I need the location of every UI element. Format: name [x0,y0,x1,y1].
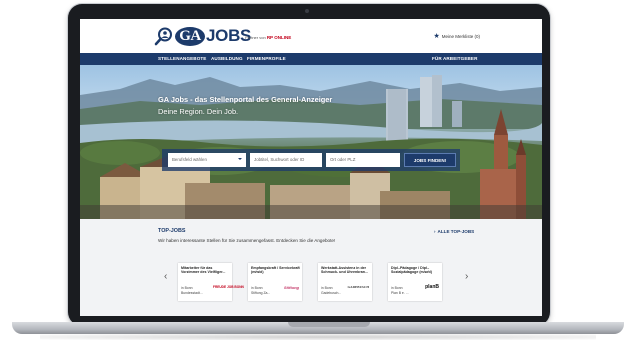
job-card-title: Dipl.-Pädagoge / Dipl.-Sozialpädagoge (m… [391,266,432,275]
nav-item-arbeitgeber[interactable]: FÜR ARBEITGEBER [432,56,477,61]
site-logo[interactable]: GA JOBS [154,25,251,47]
employer-logo: GADEBUSCH [347,285,369,289]
carousel-prev-arrow[interactable]: ‹ [164,272,167,282]
category-select[interactable]: Berufsfeld wählen [168,153,246,167]
site-header: GA JOBS Partner von RP ONLINE ★ Meine Me… [80,19,542,53]
employer-logo: FREUDE JOB BONN [213,285,244,289]
city-panorama-image [80,75,542,219]
logo-ga-text: GA [175,26,205,46]
laptop-notch [288,322,370,327]
watchlist-link[interactable]: ★ Meine Merkliste (0) [433,33,480,40]
job-card[interactable]: Mitarbeiter für das Vorzimmer des Vielfl… [178,263,244,301]
job-card-location: in Bonn [181,286,193,290]
location-placeholder: Ort oder PLZ [330,157,356,162]
hero-subtitle: Deine Region. Dein Job. [158,107,239,116]
keyword-placeholder: Jobtitel, Suchwort oder ID [254,157,305,162]
job-card-location: in Bonn [321,286,333,290]
job-card-title: Empfangskraft / Servicekraft (m/w/d) [251,266,300,275]
nav-item-firmenprofile[interactable]: FIRMENPROFILE [247,56,286,61]
job-card-location: in Bonn [251,286,263,290]
category-select-label: Berufsfeld wählen [172,157,207,162]
magnifier-icon [154,26,174,46]
partner-note: Partner von RP ONLINE [245,35,291,40]
employer-logo: planB [425,284,439,290]
top-jobs-subtitle: Wir haben interessante Stellen für Sie z… [158,238,336,243]
job-card-employer: Stiftung Za... [251,291,271,295]
hero-title: GA Jobs - das Stellenportal des General-… [158,95,333,104]
job-card[interactable]: Dipl.-Pädagoge / Dipl.-Sozialpädagoge (m… [388,263,442,301]
chevron-right-icon: › [434,229,436,234]
top-jobs-section: TOP-JOBS Wir haben interessante Stellen … [80,219,542,316]
carousel-next-arrow[interactable]: › [465,272,468,282]
job-card-location: in Bonn [391,286,403,290]
find-jobs-button[interactable]: JOBS FINDEN! [404,153,456,167]
location-input[interactable]: Ort oder PLZ [326,153,400,167]
job-card-title: Mitarbeiter für das Vorzimmer des Vielfl… [181,266,226,275]
top-jobs-title: TOP-JOBS [158,228,186,234]
employer-logo: Stiftung [283,285,299,290]
all-top-jobs-link[interactable]: › ALLE TOP-JOBS [434,229,474,234]
star-icon: ★ [433,33,440,40]
job-card-employer: Plan B e. ... [391,291,409,295]
job-search-bar: Berufsfeld wählen Jobtitel, Suchwort ode… [162,149,460,171]
job-card[interactable]: Werkstatt-Assistenz in der Schmuck- und … [318,263,372,301]
partner-prefix: Partner von [245,35,266,40]
watchlist-label: Meine Merkliste (0) [441,34,480,39]
webcam [305,9,309,13]
job-card-employer: Gadebusch... [321,291,342,295]
all-top-jobs-label: ALLE TOP-JOBS [437,229,475,234]
keyword-input[interactable]: Jobtitel, Suchwort oder ID [250,153,322,167]
partner-brand[interactable]: RP ONLINE [267,35,291,40]
browser-screen: GA JOBS Partner von RP ONLINE ★ Meine Me… [80,19,542,316]
hero-banner: GA Jobs - das Stellenportal des General-… [80,65,542,219]
main-nav: STELLENANGEBOTE AUSBILDUNG FIRMENPROFILE… [80,53,542,65]
laptop-base [12,322,624,334]
nav-item-ausbildung[interactable]: AUSBILDUNG [211,56,243,61]
nav-item-stellenangebote[interactable]: STELLENANGEBOTE [158,56,206,61]
laptop-shadow [40,334,596,340]
job-card[interactable]: Empfangskraft / Servicekraft (m/w/d) in … [248,263,302,301]
job-card-employer: Bundesstadt... [181,291,203,295]
job-card-title: Werkstatt-Assistenz in der Schmuck- und … [321,266,368,275]
chevron-down-icon [238,158,242,160]
